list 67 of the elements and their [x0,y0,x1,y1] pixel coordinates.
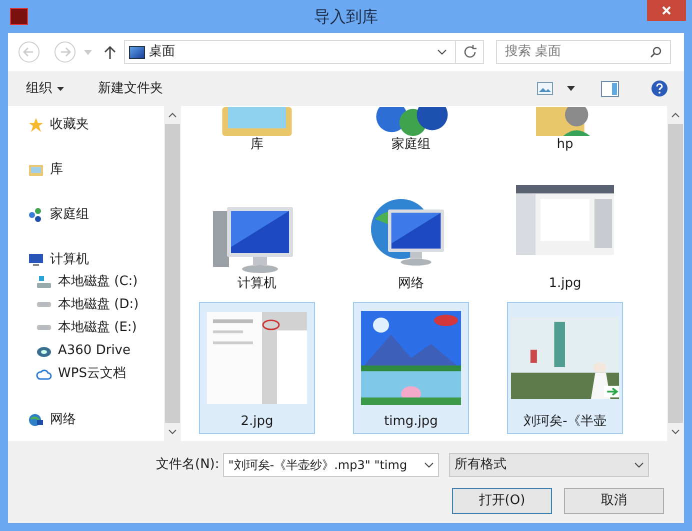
sidebar-item[interactable]: 家庭组 [28,205,164,225]
dropdown-icon [634,462,644,468]
search-icon [650,46,662,58]
file-name: 刘珂矣-《半壶 [524,413,606,431]
file-name: 库 [250,136,264,154]
view-icon[interactable] [537,82,553,95]
file-item[interactable]: 计算机 [199,164,315,296]
library-icon [28,162,44,178]
up-icon[interactable] [104,45,116,59]
search-placeholder: 搜索 桌面 [505,43,562,62]
scroll-up-icon[interactable] [671,112,680,118]
caret-icon [57,86,64,90]
sidebar-item[interactable]: WPS云文档 [28,362,164,385]
address-bar[interactable]: 桌面 [124,40,484,64]
sidebar-item[interactable]: 本地磁盘 (E:) [28,316,164,339]
file-item[interactable]: 2.jpg [199,302,315,434]
file-item[interactable]: timg.jpg [353,302,469,434]
dropdown-icon[interactable] [424,462,434,468]
file-name: hp [556,136,574,154]
file-name: 1.jpg [548,275,582,293]
file-name: timg.jpg [384,413,438,431]
help-icon[interactable] [651,80,668,97]
dropdown-icon[interactable] [437,49,447,55]
file-name: 计算机 [238,275,276,293]
sidebar-item[interactable]: 收藏夹 [28,115,164,135]
file-item[interactable]: 1.jpg [507,164,623,296]
sidebar-item[interactable]: 本地磁盘 (C:) [28,270,164,293]
file-item[interactable]: 库 [199,106,315,158]
drive-icon [36,274,52,290]
preview-pane-icon[interactable] [601,80,619,96]
file-item[interactable]: hp [507,106,623,158]
file-item[interactable]: 刘珂矣-《半壶 [507,302,623,434]
new-folder-button[interactable]: 新建文件夹 [92,78,169,98]
desktop-icon [129,46,145,58]
window-title: 导入到库 [314,6,378,28]
scroll-up-icon[interactable] [168,112,177,118]
file-item[interactable]: 网络 [353,164,469,296]
caret-icon[interactable] [567,86,575,91]
drive-icon [37,302,51,307]
file-name: 家庭组 [392,136,430,154]
sidebar-item[interactable]: 计算机 [28,250,164,270]
app-logo-icon [10,8,28,25]
file-item[interactable]: 家庭组 [353,106,469,158]
sidebar-item[interactable]: 网络 [28,410,164,430]
dialog-button[interactable]: 取消 [564,488,664,514]
scroll-down-icon[interactable] [671,429,680,435]
filter-dropdown[interactable]: 所有格式 [449,453,650,477]
search-field[interactable]: 搜索 桌面 [496,40,671,64]
network-icon [28,412,44,428]
filename-field[interactable]: "刘珂矣-《半壶纱》.mp3" "timg [223,453,440,477]
organize-button[interactable]: 组织 [20,78,70,98]
homegroup-icon [28,207,44,223]
star-icon [28,117,44,133]
sidebar-item[interactable]: A360 Drive [28,339,164,362]
scroll-down-icon[interactable] [168,429,177,435]
drive-icon [37,325,51,330]
filename-label: 文件名(N): [156,456,220,474]
close-icon [662,6,671,15]
sidebar-item[interactable]: 本地磁盘 (D:) [28,293,164,316]
close-button[interactable] [647,0,686,21]
refresh-icon[interactable] [462,45,476,59]
file-name: 网络 [398,275,424,293]
sidebar-item[interactable]: 库 [28,160,164,180]
file-name: 2.jpg [240,413,274,431]
dialog-button[interactable]: 打开(O) [452,488,552,514]
computer-icon [28,252,44,268]
address-path: 桌面 [149,43,175,62]
